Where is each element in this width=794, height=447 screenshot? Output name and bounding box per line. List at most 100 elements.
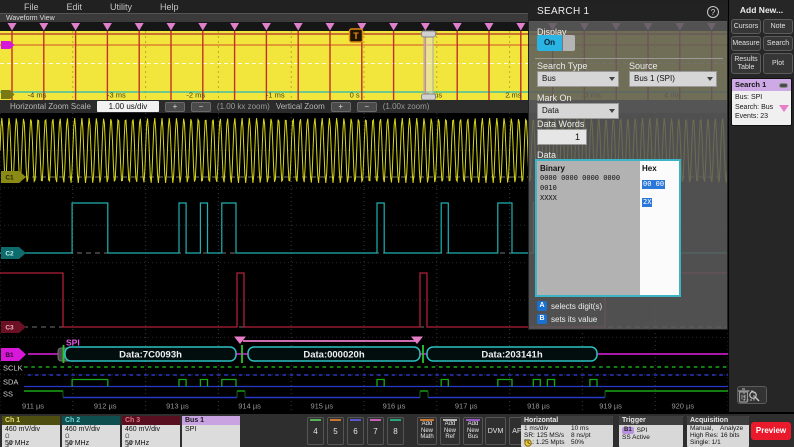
trigger-marker-label: T (353, 31, 359, 41)
hex-value-line2[interactable]: 2X (642, 198, 652, 207)
channel-color-stripe (390, 419, 401, 421)
bandwidth-filter-icon (125, 441, 134, 447)
channel-scale-label: 460 mV/div (62, 425, 120, 434)
h-zoom-plus-button[interactable]: + (165, 102, 185, 112)
add-color-stripe (443, 419, 457, 421)
hex-header: Hex (642, 164, 677, 173)
data-words-input[interactable]: 1 (537, 129, 587, 145)
menu-edit[interactable]: Edit (67, 2, 83, 12)
trigger-panel[interactable]: Trigger B1SPI SS Active (619, 416, 683, 447)
channel-badge-ch1[interactable]: Ch 1460 mV/divΩ50 MHz (2, 416, 60, 447)
search-results-card[interactable]: Search 1 Bus: SPI Search: Bus Events: 23 (731, 78, 792, 126)
h-zoom-minus-button[interactable]: − (191, 102, 211, 112)
channel-badge-bus1[interactable]: Bus 1SPI (182, 416, 240, 447)
digital-channel-label: SS (3, 390, 13, 399)
v-zoom-label: Vertical Zoom (276, 102, 325, 111)
acq-analyze: Analyze (720, 425, 743, 432)
preview-button[interactable]: Preview (751, 422, 791, 440)
channel-badge-label: C3 (5, 325, 14, 332)
channel-badge-header: Ch 3 (122, 416, 180, 425)
hex-value-line1[interactable]: 00 00 (642, 180, 665, 189)
time-axis-label: 912 µs (94, 402, 117, 411)
settings-bar: Ch 1460 mV/divΩ50 MHzCh 2460 mV/divΩ50 M… (0, 412, 794, 447)
h-window: 10 ms (571, 425, 589, 432)
sidebar-results-table-button[interactable]: Results Table (731, 53, 761, 74)
mark-on-value: Data (542, 106, 559, 115)
search-type-dropdown[interactable]: Bus (537, 71, 619, 87)
dvm-button[interactable]: DVM (485, 417, 506, 445)
sidebar-note-button[interactable]: Note (763, 19, 793, 34)
add-new-ref-button[interactable]: Add New Ref (440, 417, 460, 445)
channel-color-stripe (370, 419, 381, 421)
channel-scale-label: SPI (182, 425, 240, 434)
trigger-panel-title: Trigger (619, 416, 683, 425)
waveform-view-label: Waveform View (6, 15, 55, 22)
trash-icon[interactable] (737, 388, 750, 403)
source-dropdown[interactable]: Bus 1 (SPI) (629, 71, 717, 87)
bandwidth-filter-icon (5, 441, 14, 447)
channel-5-button[interactable]: 5 (327, 417, 344, 445)
sidebar-plot-button[interactable]: Plot (763, 53, 793, 74)
overview-time-label: 0 s (350, 91, 360, 100)
spi-decode-packet-label: Data:000020h (303, 350, 364, 361)
h-position: 50% (571, 439, 584, 446)
binary-value-line2[interactable]: XXXX (540, 193, 637, 203)
acq-mode: Manual, (690, 425, 720, 432)
menu-help[interactable]: Help (160, 2, 179, 12)
overview-zoom-window[interactable] (424, 31, 433, 100)
channel-8-button[interactable]: 8 (387, 417, 404, 445)
right-sidebar: Add New... CursorsNoteMeasureSearchResul… (728, 0, 794, 412)
channel-bandwidth-row: 50 MHz (62, 440, 120, 447)
channel-badge-ch3[interactable]: Ch 3460 mV/divΩ50 MHz (122, 416, 180, 447)
add-new-label: Add New... (729, 5, 794, 15)
sidebar-search-button[interactable]: Search (763, 36, 793, 51)
horizontal-panel[interactable]: Horizontal 1 ms/div10 ms SR: 125 MS/s8 n… (521, 416, 613, 447)
binary-value-line1[interactable]: 0000 0000 0000 0000 0010 (540, 173, 637, 193)
v-zoom-minus-button[interactable]: − (357, 102, 377, 112)
hex-pane: Hex 00 00 2X (640, 161, 679, 295)
search-mark-triangle-icon (779, 105, 789, 117)
channel-badge-label: C2 (5, 251, 14, 258)
h-scale: 1 ms/div (524, 425, 571, 432)
h-zoom-scale-input[interactable]: 1.00 us/div (97, 101, 159, 112)
time-axis-label: 911 µs (22, 402, 44, 411)
binary-pane: Binary 0000 0000 0000 0000 0010 XXXX (537, 161, 640, 295)
help-icon[interactable]: ? (707, 6, 719, 18)
overview-time-label: 2 ms (505, 91, 522, 100)
digital-channel-label: SDA (3, 378, 18, 387)
channel-scale-label: 460 mV/div (122, 425, 180, 434)
search-config-panel: SEARCH 1 ? Display On Search Type Source… (528, 2, 728, 330)
menu-file[interactable]: File (24, 2, 39, 12)
channel-badge-ch2[interactable]: Ch 2460 mV/divΩ50 MHz (62, 416, 120, 447)
chevron-down-icon (609, 77, 615, 84)
data-pattern-editor[interactable]: Binary 0000 0000 0000 0000 0010 XXXX Hex… (535, 159, 681, 297)
channel-7-button[interactable]: 7 (367, 417, 384, 445)
mark-on-dropdown[interactable]: Data (537, 103, 619, 119)
v-zoom-plus-button[interactable]: + (331, 102, 351, 112)
zoom-window-top-handle[interactable] (422, 31, 436, 37)
menu-utility[interactable]: Utility (110, 2, 132, 12)
add-new-math-button[interactable]: Add New Math (417, 417, 437, 445)
channel-6-button[interactable]: 6 (347, 417, 364, 445)
overview-time-label: -1 ms (266, 91, 285, 100)
sidebar-measure-button[interactable]: Measure (731, 36, 761, 51)
search-type-value: Bus (542, 74, 556, 83)
channel-badge-label: C1 (5, 175, 14, 182)
overview-time-label: -3 ms (107, 91, 126, 100)
channel-badge-header: Ch 2 (62, 416, 120, 425)
add-color-stripe (466, 419, 480, 421)
display-toggle[interactable]: On (537, 35, 575, 51)
sidebar-cursors-button[interactable]: Cursors (731, 19, 761, 34)
visibility-pill-icon[interactable] (779, 83, 788, 88)
channel-4-button[interactable]: 4 (307, 417, 324, 445)
channel-scale-label: 460 mV/div (2, 425, 60, 434)
add-new-bus-button[interactable]: Add New Bus (463, 417, 483, 445)
trigger-detail: SS Active (619, 434, 683, 441)
time-axis-label: 915 µs (310, 402, 333, 411)
trigger-bus-badge: B1 (622, 427, 634, 434)
acquisition-panel[interactable]: Acquisition Manual,Analyze High Res: 16 … (687, 416, 749, 447)
time-axis-label: 918 µs (527, 402, 550, 411)
hint-a-text: selects digit(s) (551, 302, 602, 311)
bus-badge-label: B1 (5, 352, 14, 359)
time-axis-label: 920 µs (671, 402, 694, 411)
